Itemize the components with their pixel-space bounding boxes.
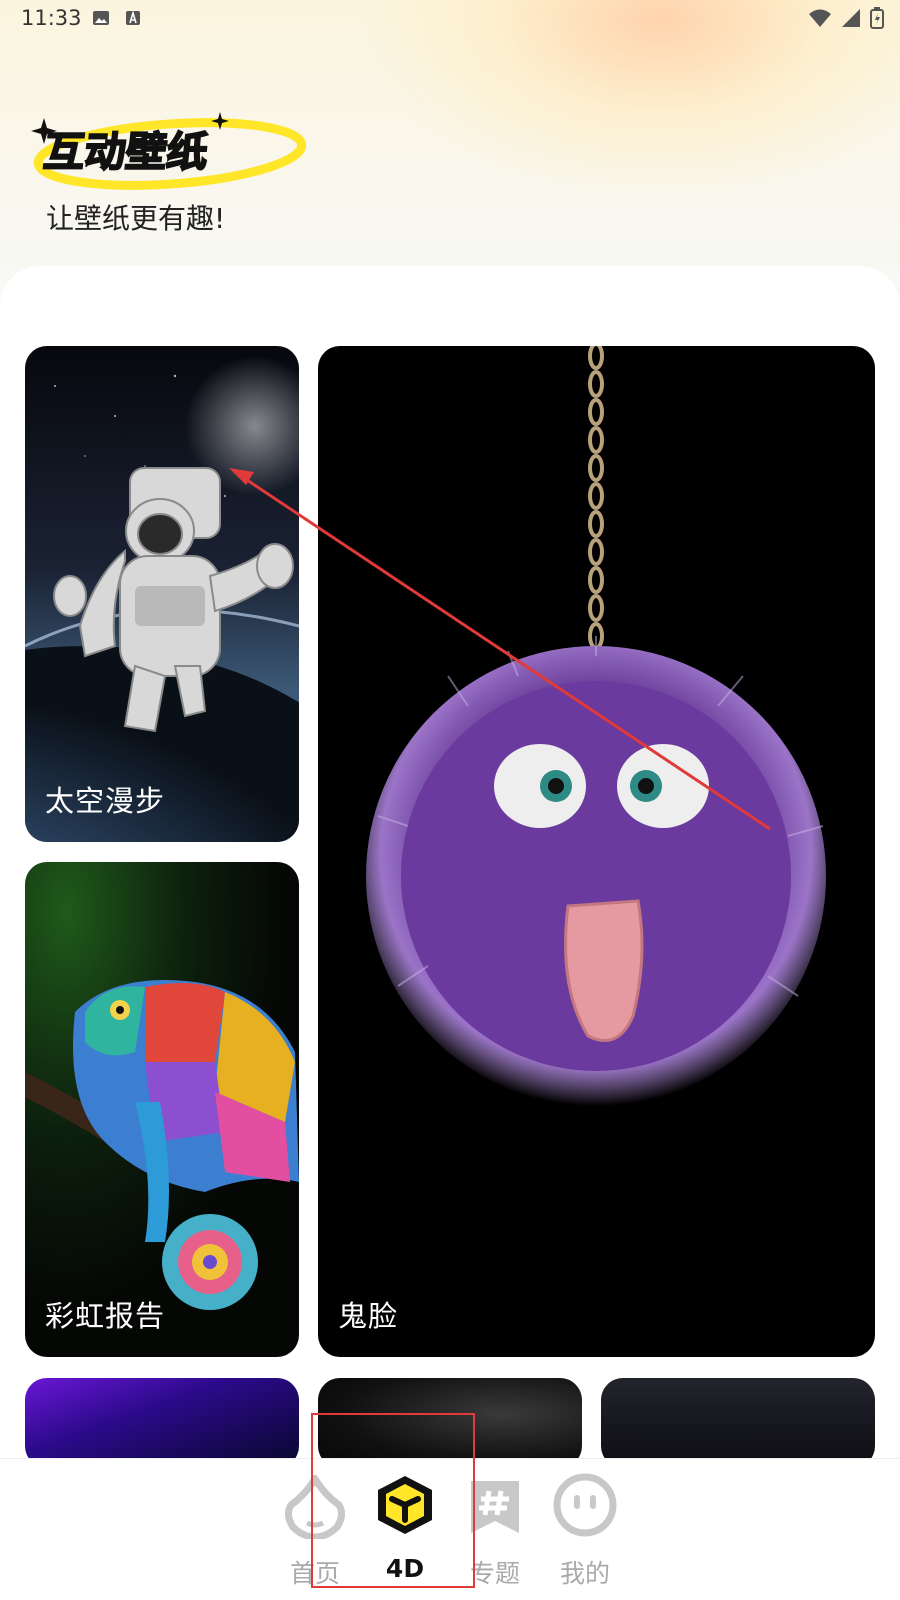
app-root: 11:33 互动壁纸 让壁纸更有趣! 太空漫步 鬼脸 彩虹报告 首页 4D 专题… xyxy=(0,0,900,1600)
image-notification-icon xyxy=(93,11,109,25)
astronaut-image xyxy=(25,346,299,842)
battery-icon xyxy=(870,7,884,29)
highlight-box xyxy=(311,1413,475,1588)
interactive-wallpaper-logo: 互动壁纸 xyxy=(31,112,307,190)
wallpaper-card-4[interactable] xyxy=(25,1378,299,1468)
card-label: 鬼脸 xyxy=(338,1299,399,1333)
card-label: 太空漫步 xyxy=(45,784,166,818)
chameleon-image xyxy=(25,862,299,1357)
page-subtitle: 让壁纸更有趣! xyxy=(46,202,226,235)
face-icon xyxy=(553,1473,617,1537)
signal-icon xyxy=(842,9,860,27)
status-time: 11:33 xyxy=(21,6,82,30)
wallpaper-card-space-walk[interactable]: 太空漫步 xyxy=(25,346,299,842)
wifi-icon xyxy=(809,9,831,27)
tab-mine[interactable]: 我的 xyxy=(545,1469,625,1589)
font-notification-icon xyxy=(126,10,140,25)
card-label: 彩虹报告 xyxy=(45,1299,166,1333)
wallpaper-card-funny-face[interactable]: 鬼脸 xyxy=(318,346,875,1357)
wallpaper-card-rainbow-report[interactable]: 彩虹报告 xyxy=(25,862,299,1357)
wallpaper-card-6[interactable] xyxy=(601,1378,875,1468)
fluffy-monster-image xyxy=(366,346,826,1106)
status-bar: 11:33 xyxy=(0,0,900,38)
status-right-group xyxy=(808,7,884,29)
tab-label: 我的 xyxy=(559,1559,610,1588)
logo-text: 互动壁纸 xyxy=(41,128,210,176)
